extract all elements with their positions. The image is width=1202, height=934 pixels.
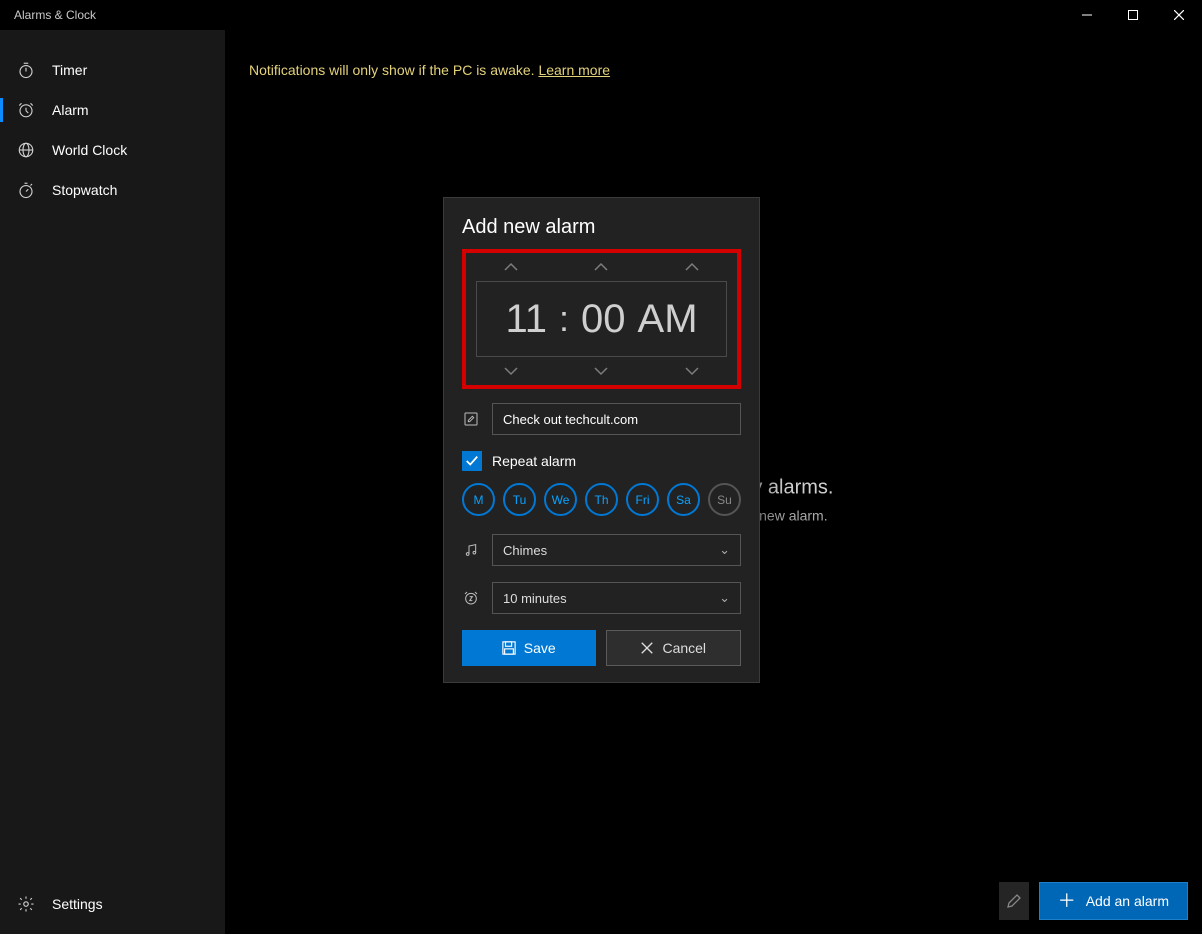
close-icon bbox=[640, 641, 654, 655]
app-title: Alarms & Clock bbox=[0, 8, 1064, 22]
minimize-icon bbox=[1082, 10, 1092, 20]
notification-text: Notifications will only show if the PC i… bbox=[249, 62, 538, 78]
sound-icon bbox=[462, 542, 480, 558]
titlebar: Alarms & Clock bbox=[0, 0, 1202, 30]
day-monday[interactable]: M bbox=[462, 483, 495, 516]
hour-value: 11 bbox=[505, 297, 547, 342]
sidebar-item-world-clock[interactable]: World Clock bbox=[0, 130, 225, 170]
chevron-down-icon: ⌄ bbox=[719, 590, 730, 606]
repeat-label: Repeat alarm bbox=[492, 453, 576, 469]
maximize-icon bbox=[1128, 10, 1138, 20]
save-label: Save bbox=[524, 640, 556, 656]
hour-up-button[interactable] bbox=[466, 259, 556, 275]
chevron-down-icon bbox=[503, 363, 519, 379]
hour-down-button[interactable] bbox=[466, 363, 556, 379]
add-alarm-label: Add an alarm bbox=[1086, 893, 1169, 909]
close-button[interactable] bbox=[1156, 0, 1202, 30]
sidebar-item-stopwatch[interactable]: Stopwatch bbox=[0, 170, 225, 210]
edit-icon bbox=[462, 411, 480, 427]
cancel-label: Cancel bbox=[662, 640, 706, 656]
main-content: Notifications will only show if the PC i… bbox=[225, 30, 1202, 934]
minute-up-button[interactable] bbox=[556, 259, 646, 275]
minimize-button[interactable] bbox=[1064, 0, 1110, 30]
chevron-down-icon bbox=[593, 363, 609, 379]
alarm-name-input[interactable] bbox=[492, 403, 741, 435]
timer-icon bbox=[16, 60, 36, 80]
learn-more-link[interactable]: Learn more bbox=[538, 62, 610, 78]
minute-value: 00 bbox=[581, 297, 626, 342]
add-alarm-dialog: Add new alarm 11 : 00 AM bbox=[443, 197, 760, 683]
snooze-value: 10 minutes bbox=[503, 591, 567, 606]
world-clock-icon bbox=[16, 140, 36, 160]
chevron-up-icon bbox=[503, 259, 519, 275]
day-tuesday[interactable]: Tu bbox=[503, 483, 536, 516]
maximize-button[interactable] bbox=[1110, 0, 1156, 30]
time-picker-highlight: 11 : 00 AM bbox=[462, 249, 741, 389]
ampm-up-button[interactable] bbox=[647, 259, 737, 275]
cancel-button[interactable]: Cancel bbox=[606, 630, 742, 666]
pencil-icon bbox=[1006, 893, 1022, 909]
day-thursday[interactable]: Th bbox=[585, 483, 618, 516]
snooze-dropdown[interactable]: 10 minutes ⌄ bbox=[492, 582, 741, 614]
sidebar-item-label: Settings bbox=[52, 896, 103, 912]
sidebar-item-settings[interactable]: Settings bbox=[0, 884, 225, 924]
edit-alarms-button[interactable] bbox=[999, 882, 1029, 920]
sidebar-item-label: Timer bbox=[52, 62, 87, 78]
day-saturday[interactable]: Sa bbox=[667, 483, 700, 516]
sidebar: Timer Alarm World Clock Stopwatch bbox=[0, 30, 225, 934]
day-friday[interactable]: Fri bbox=[626, 483, 659, 516]
notification-banner: Notifications will only show if the PC i… bbox=[225, 30, 1202, 110]
dialog-title: Add new alarm bbox=[462, 216, 741, 239]
snooze-icon bbox=[462, 590, 480, 606]
chevron-down-icon: ⌄ bbox=[719, 542, 730, 558]
save-button[interactable]: Save bbox=[462, 630, 596, 666]
plus-icon: ＋ bbox=[1058, 892, 1076, 910]
sound-value: Chimes bbox=[503, 543, 547, 558]
stopwatch-icon bbox=[16, 180, 36, 200]
days-row: M Tu We Th Fri Sa Su bbox=[462, 483, 741, 516]
check-icon bbox=[465, 454, 479, 468]
time-separator: : bbox=[559, 298, 569, 340]
sidebar-item-timer[interactable]: Timer bbox=[0, 50, 225, 90]
alarm-icon bbox=[16, 100, 36, 120]
ampm-down-button[interactable] bbox=[647, 363, 737, 379]
gear-icon bbox=[16, 894, 36, 914]
chevron-up-icon bbox=[593, 259, 609, 275]
add-alarm-button[interactable]: ＋ Add an alarm bbox=[1039, 882, 1188, 920]
bottom-toolbar: ＋ Add an alarm bbox=[999, 882, 1188, 920]
sidebar-item-alarm[interactable]: Alarm bbox=[0, 90, 225, 130]
sidebar-item-label: Alarm bbox=[52, 102, 89, 118]
chevron-down-icon bbox=[684, 363, 700, 379]
sidebar-item-label: Stopwatch bbox=[52, 182, 117, 198]
sidebar-item-label: World Clock bbox=[52, 142, 127, 158]
window-controls bbox=[1064, 0, 1202, 30]
day-wednesday[interactable]: We bbox=[544, 483, 577, 516]
minute-down-button[interactable] bbox=[556, 363, 646, 379]
repeat-checkbox[interactable] bbox=[462, 451, 482, 471]
save-icon bbox=[502, 641, 516, 655]
ampm-value: AM bbox=[638, 297, 698, 342]
day-sunday[interactable]: Su bbox=[708, 483, 741, 516]
close-icon bbox=[1174, 10, 1184, 20]
chevron-up-icon bbox=[684, 259, 700, 275]
sound-dropdown[interactable]: Chimes ⌄ bbox=[492, 534, 741, 566]
time-display[interactable]: 11 : 00 AM bbox=[476, 281, 727, 357]
